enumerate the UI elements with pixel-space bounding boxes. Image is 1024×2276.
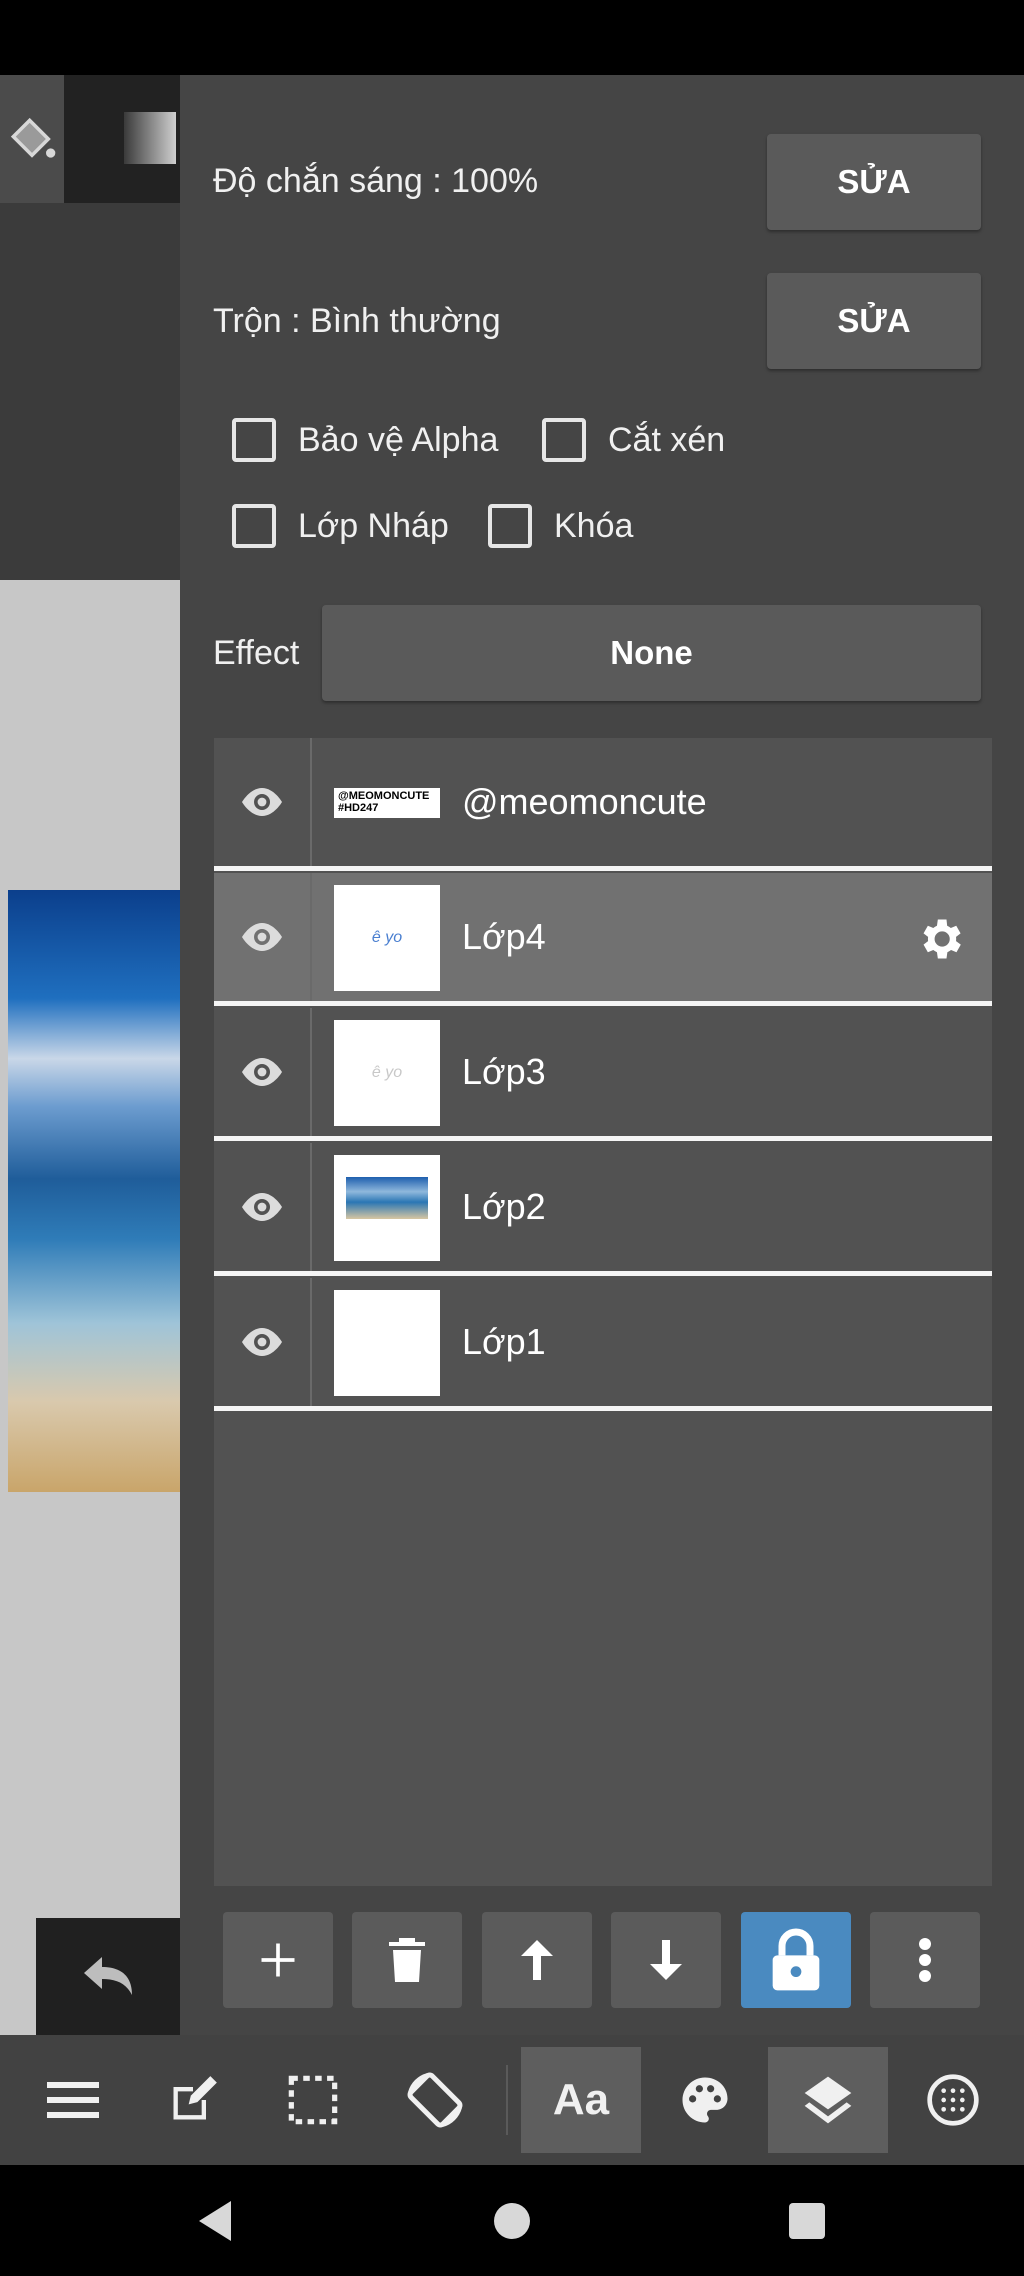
trash-icon <box>389 1938 425 1982</box>
arrow-up-icon <box>521 1940 553 1980</box>
checkbox-box[interactable] <box>542 418 586 462</box>
recents-button[interactable] <box>762 2165 852 2276</box>
layer-name: Lớp1 <box>462 1321 546 1362</box>
alpha-protect-label: Bảo vệ Alpha <box>298 420 499 459</box>
checkbox-box[interactable] <box>232 418 276 462</box>
plus-icon <box>261 1943 295 1977</box>
thumbnail-text: @MEOMONCUTE <box>338 790 430 802</box>
selection-button[interactable] <box>258 2035 368 2165</box>
layer-thumbnail <box>334 1155 440 1261</box>
canvas-background <box>0 203 180 580</box>
checkbox-box[interactable] <box>488 504 532 548</box>
add-layer-button[interactable] <box>223 1912 333 2008</box>
move-layer-down-button[interactable] <box>611 1912 721 2008</box>
lock-icon <box>772 1928 820 1991</box>
menu-button[interactable] <box>18 2035 128 2165</box>
checkbox-box[interactable] <box>232 504 276 548</box>
canvas-image <box>8 890 180 1492</box>
thumbnail-text: ê yo <box>371 929 403 946</box>
layer-name: Lớp3 <box>462 1051 546 1092</box>
more-options-button[interactable] <box>870 1912 980 2008</box>
visibility-toggle[interactable] <box>214 1278 312 1406</box>
toolbar-divider <box>506 2065 508 2135</box>
thumbnail-text: #HD247 <box>338 802 379 814</box>
layers-button[interactable] <box>768 2047 888 2153</box>
back-icon <box>199 2200 231 2241</box>
layer-name: @meomoncute <box>462 781 707 822</box>
color-palette-button[interactable] <box>650 2035 760 2165</box>
layers-icon <box>804 2076 852 2124</box>
visibility-toggle[interactable] <box>214 1143 312 1271</box>
globe-grid-icon <box>927 2074 979 2126</box>
bottom-toolbar: Aa <box>0 2035 1024 2165</box>
layer-thumbnail: ê yo <box>334 885 440 991</box>
layer-thumbnail: @MEOMONCUTE #HD247 <box>334 788 440 818</box>
back-button[interactable] <box>170 2165 260 2276</box>
visibility-toggle[interactable] <box>214 873 312 1001</box>
paint-bucket-icon <box>10 117 56 158</box>
layer-name: Lớp2 <box>462 1186 546 1227</box>
more-vertical-icon <box>919 1938 931 1982</box>
text-tool-button[interactable]: Aa <box>521 2047 641 2153</box>
move-layer-up-button[interactable] <box>482 1912 592 2008</box>
eye-icon <box>242 1058 282 1086</box>
draft-layer-label: Lớp Nháp <box>298 506 449 545</box>
effect-select-button[interactable]: None <box>322 605 981 701</box>
fill-tool-button[interactable] <box>0 75 64 203</box>
status-bar <box>0 0 1024 75</box>
gear-icon <box>923 919 961 959</box>
text-tool-label: Aa <box>552 2075 610 2124</box>
alpha-protect-checkbox[interactable]: Bảo vệ Alpha <box>232 418 498 462</box>
layer-name: Lớp4 <box>462 916 546 957</box>
grid-view-button[interactable] <box>898 2035 1008 2165</box>
opacity-edit-button[interactable]: SỬA <box>767 134 981 230</box>
layer-list: @MEOMONCUTE #HD247 @meomoncute ê yo Lớp4… <box>214 738 992 1886</box>
layer-thumbnail <box>334 1290 440 1396</box>
opacity-label: Độ chắn sáng : 100% <box>213 162 539 200</box>
edit-icon <box>173 2076 217 2120</box>
arrow-down-icon <box>650 1940 682 1980</box>
visibility-toggle[interactable] <box>214 738 312 866</box>
layer-row-lop2[interactable]: Lớp2 <box>214 1143 992 1276</box>
selection-icon <box>288 2075 338 2125</box>
edit-button[interactable] <box>138 2035 248 2165</box>
layer-row-meomoncute[interactable]: @MEOMONCUTE #HD247 @meomoncute <box>214 738 992 871</box>
layer-row-lop4[interactable]: ê yo Lớp4 <box>214 873 992 1006</box>
eye-icon <box>242 923 282 951</box>
blend-edit-button[interactable]: SỬA <box>767 273 981 369</box>
clipping-label: Cắt xén <box>608 420 726 459</box>
draft-layer-checkbox[interactable]: Lớp Nháp <box>232 504 449 548</box>
layer-row-lop3[interactable]: ê yo Lớp3 <box>214 1008 992 1141</box>
color-swatch[interactable] <box>124 112 176 164</box>
home-button[interactable] <box>467 2165 557 2276</box>
rotate-screen-icon <box>407 2072 463 2128</box>
lock-checkbox[interactable]: Khóa <box>488 504 633 548</box>
lock-label: Khóa <box>554 506 634 545</box>
blend-mode-label: Trộn : Bình thường <box>213 302 501 340</box>
rotate-button[interactable] <box>380 2035 490 2165</box>
layer-row-lop1[interactable]: Lớp1 <box>214 1278 992 1411</box>
undo-icon <box>84 1956 132 1995</box>
delete-layer-button[interactable] <box>352 1912 462 2008</box>
clipping-checkbox[interactable]: Cắt xén <box>542 418 725 462</box>
eye-icon <box>242 1193 282 1221</box>
thumbnail-text: ê yo <box>371 1064 403 1081</box>
layer-settings-button[interactable] <box>914 913 966 965</box>
thumbnail-image <box>346 1177 428 1219</box>
layer-thumbnail: ê yo <box>334 1020 440 1126</box>
undo-button[interactable] <box>36 1918 180 2035</box>
palette-icon <box>682 2077 728 2123</box>
menu-icon <box>47 2082 99 2118</box>
recents-icon <box>789 2202 825 2239</box>
eye-icon <box>242 1328 282 1356</box>
visibility-toggle[interactable] <box>214 1008 312 1136</box>
effect-label: Effect <box>213 634 300 672</box>
eye-icon <box>242 788 282 816</box>
lock-layer-button[interactable] <box>741 1912 851 2008</box>
home-icon <box>494 2202 530 2239</box>
navigation-bar <box>0 2165 1024 2276</box>
